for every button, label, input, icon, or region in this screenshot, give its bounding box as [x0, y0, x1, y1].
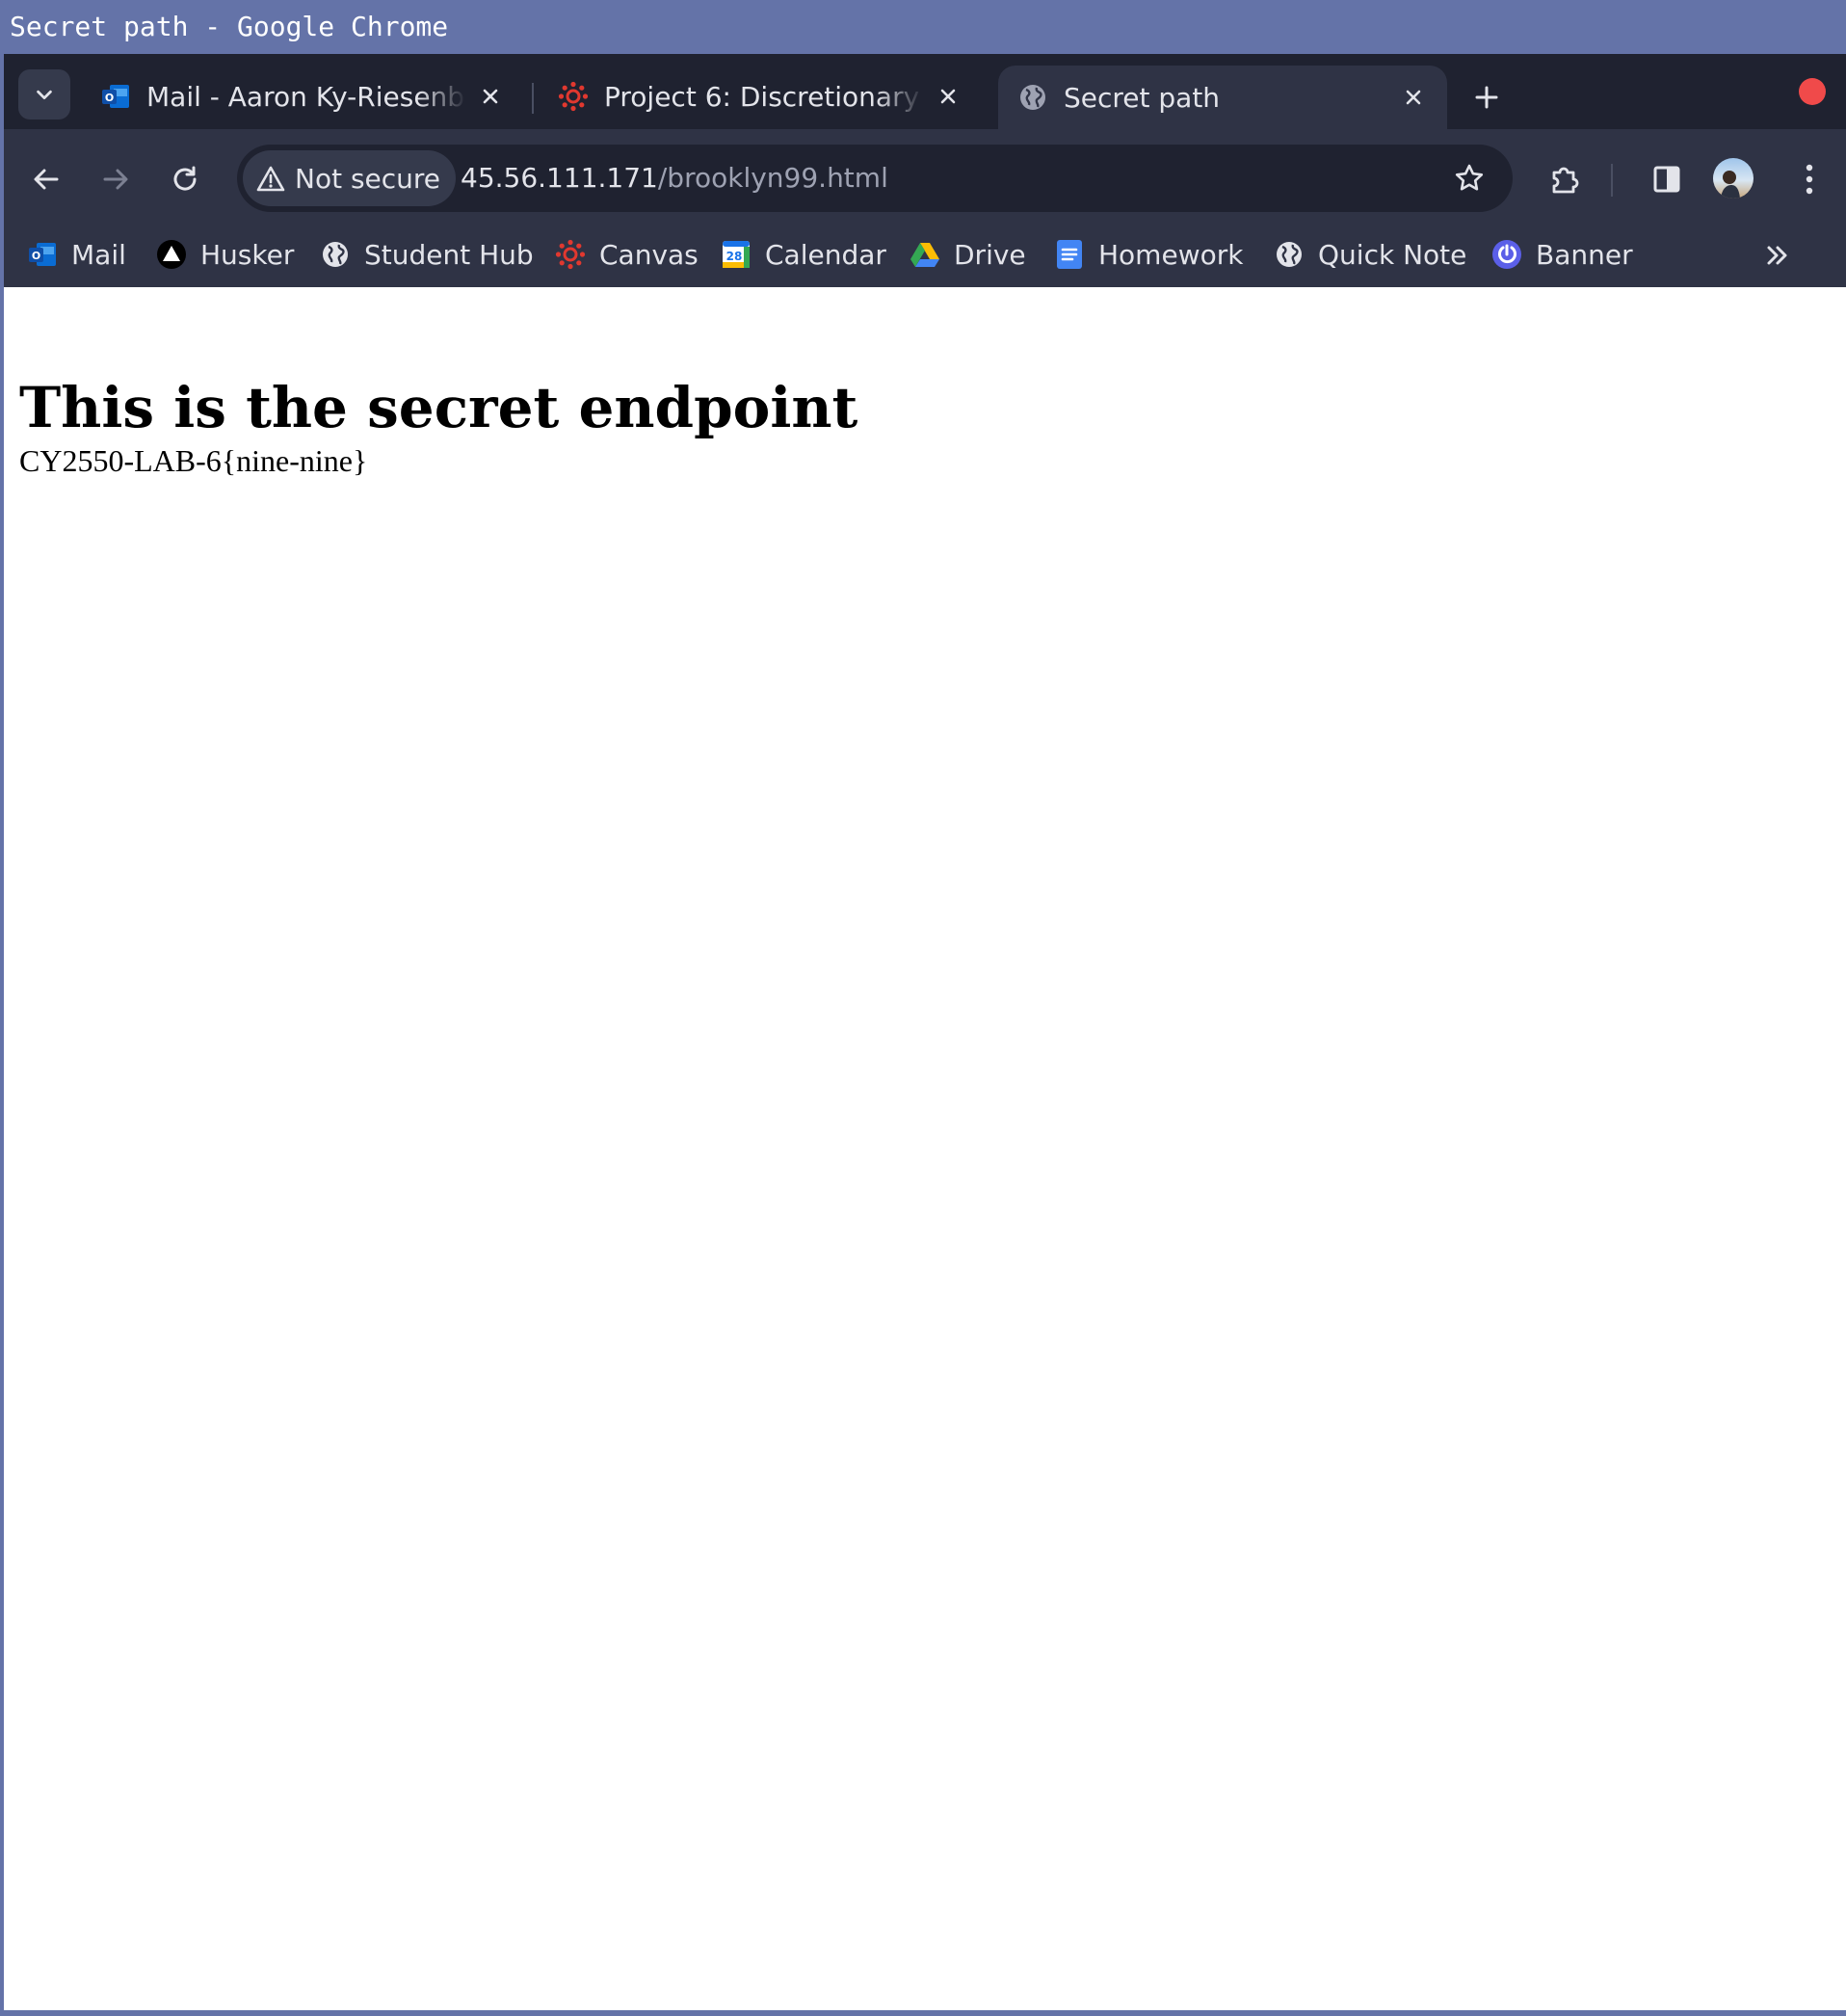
outlook-icon: O — [27, 239, 58, 270]
more-vertical-icon — [1806, 164, 1813, 195]
bookmark-label: Husker — [200, 238, 295, 271]
husker-icon — [156, 239, 187, 270]
bookmark-mail[interactable]: O Mail — [27, 229, 126, 279]
page-heading: This is the secret endpoint — [19, 375, 858, 440]
bookmark-label: Homework — [1098, 238, 1244, 271]
menu-button[interactable] — [1782, 152, 1836, 206]
toolbar-divider — [1611, 164, 1613, 197]
new-tab-button[interactable] — [1463, 73, 1511, 121]
site-info-button[interactable]: Not secure — [243, 150, 457, 206]
bookmark-quick-note[interactable]: Quick Note — [1274, 229, 1466, 279]
tab-search-button[interactable] — [18, 69, 70, 119]
close-icon[interactable] — [476, 82, 505, 111]
google-calendar-icon: 28 — [721, 239, 752, 270]
banner-icon — [1491, 239, 1522, 270]
side-panel-icon — [1653, 166, 1680, 193]
tab-title: Project 6: Discretionary Access Control — [604, 80, 924, 113]
bookmark-label: Banner — [1536, 238, 1633, 271]
puzzle-piece-icon — [1552, 167, 1579, 194]
globe-icon — [1274, 239, 1305, 270]
bookmark-husker[interactable]: Husker — [156, 229, 294, 279]
reload-button[interactable] — [158, 152, 212, 206]
bookmarks-overflow-button[interactable] — [1755, 233, 1800, 278]
forward-button[interactable] — [89, 152, 143, 206]
bookmark-student-hub[interactable]: Student Hub — [320, 229, 534, 279]
address-bar[interactable]: Not secure 45.56.111.171/brooklyn99.html — [237, 145, 1513, 212]
page-body-text: CY2550-LAB-6{nine-nine} — [19, 443, 368, 478]
url-text[interactable]: 45.56.111.171/brooklyn99.html — [461, 145, 888, 212]
extensions-button[interactable] — [1538, 152, 1592, 206]
bookmark-label: Student Hub — [364, 238, 534, 271]
chevron-double-right-icon — [1767, 246, 1787, 265]
tab-secret-path[interactable]: Secret path — [998, 66, 1447, 129]
globe-icon — [320, 239, 351, 270]
recording-indicator-icon — [1799, 78, 1826, 105]
side-panel-button[interactable] — [1640, 152, 1694, 206]
browser-window: O Mail - Aaron Ky-Riesenbach - Outlook — [4, 54, 1846, 2010]
google-drive-icon — [910, 239, 940, 270]
arrow-left-icon — [34, 169, 59, 190]
bookmark-drive[interactable]: Drive — [910, 229, 1026, 279]
svg-text:O: O — [32, 250, 40, 262]
reload-icon — [173, 166, 197, 191]
bookmark-banner[interactable]: Banner — [1491, 229, 1633, 279]
bookmark-homework[interactable]: Homework — [1054, 229, 1243, 279]
outlook-icon: O — [100, 81, 131, 112]
canvas-icon — [555, 239, 586, 270]
close-icon[interactable] — [1399, 83, 1428, 112]
tab-project-6[interactable]: Project 6: Discretionary Access Control — [539, 69, 982, 123]
bookmark-label: Drive — [954, 238, 1026, 271]
calendar-day: 28 — [726, 250, 743, 263]
tab-title: Mail - Aaron Ky-Riesenbach - Outlook — [146, 80, 466, 113]
url-path: /brooklyn99.html — [657, 162, 888, 194]
profile-avatar[interactable] — [1713, 158, 1754, 199]
bookmark-label: Quick Note — [1318, 238, 1467, 271]
bookmark-label: Mail — [71, 238, 126, 271]
page-viewport: This is the secret endpoint CY2550-LAB-6… — [4, 287, 1846, 2010]
canvas-icon — [558, 81, 589, 112]
close-icon[interactable] — [934, 82, 963, 111]
chevron-down-icon — [37, 90, 52, 100]
tab-separator — [532, 83, 534, 114]
star-icon — [1455, 164, 1484, 191]
security-label: Not secure — [295, 162, 441, 195]
bookmark-calendar[interactable]: 28 Calendar — [721, 229, 886, 279]
window-title: Secret path - Google Chrome — [0, 0, 1846, 54]
arrow-right-icon — [103, 169, 128, 190]
toolbar: Not secure 45.56.111.171/brooklyn99.html — [4, 129, 1846, 229]
url-host: 45.56.111.171 — [461, 162, 658, 194]
bookmark-label: Canvas — [599, 238, 699, 271]
google-docs-icon — [1054, 239, 1085, 270]
bookmark-canvas[interactable]: Canvas — [555, 229, 699, 279]
warning-triangle-icon — [256, 166, 285, 192]
bookmark-star-button[interactable] — [1447, 156, 1491, 200]
tab-mail[interactable]: O Mail - Aaron Ky-Riesenbach - Outlook — [81, 69, 524, 123]
globe-icon — [1017, 82, 1048, 113]
back-button[interactable] — [19, 152, 73, 206]
bookmark-label: Calendar — [765, 238, 886, 271]
bookmarks-bar: O Mail Husker Student Hub Canvas 28 Cale… — [4, 229, 1846, 287]
tab-title: Secret path — [1064, 81, 1221, 114]
svg-text:O: O — [105, 92, 114, 104]
tab-strip: O Mail - Aaron Ky-Riesenbach - Outlook — [4, 54, 1846, 129]
plus-icon — [1475, 86, 1498, 109]
